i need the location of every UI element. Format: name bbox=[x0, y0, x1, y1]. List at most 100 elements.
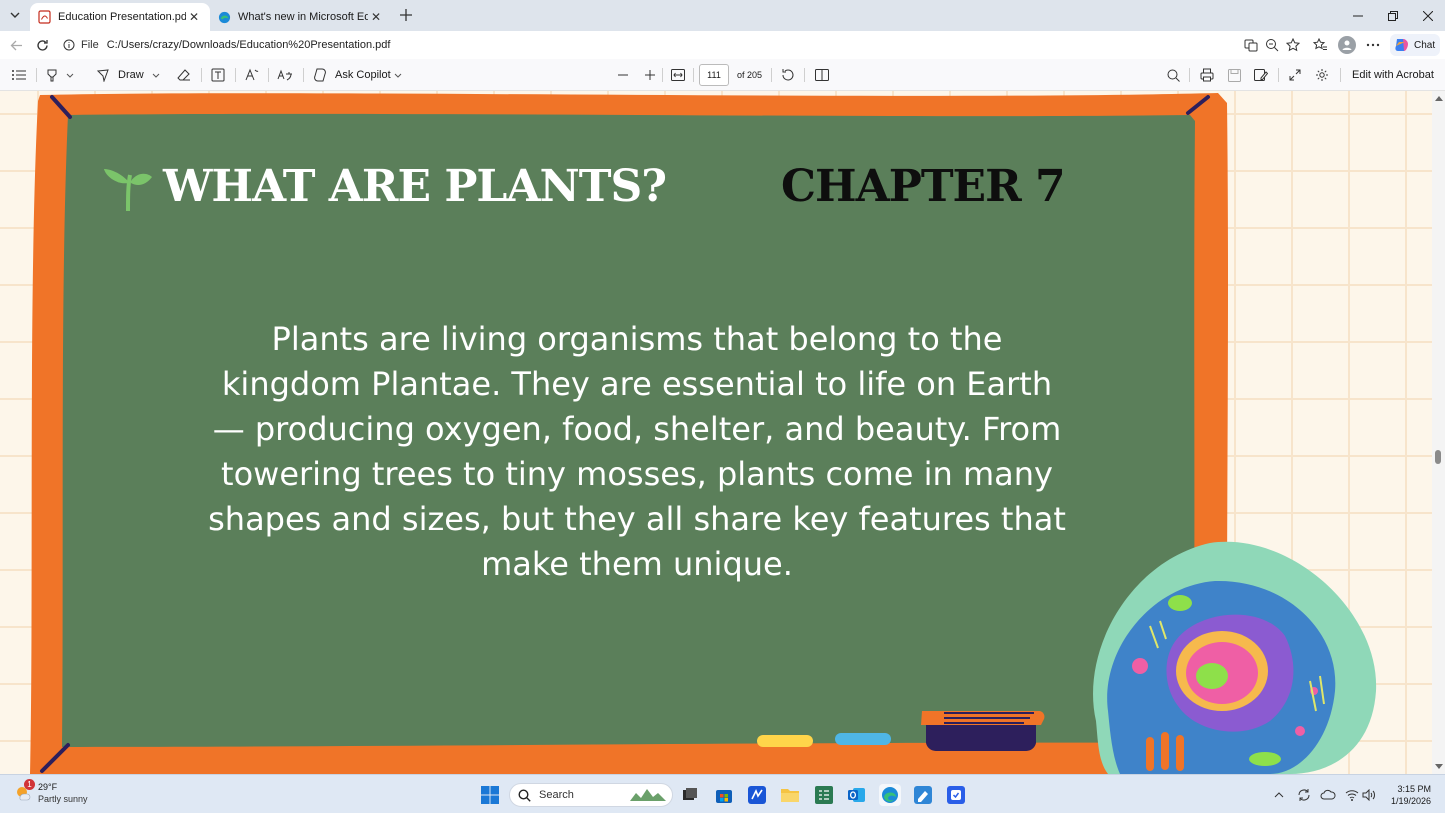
contents-list-icon[interactable] bbox=[11, 67, 27, 83]
tab-actions-menu-button[interactable] bbox=[5, 5, 25, 25]
chevron-down-icon[interactable] bbox=[64, 67, 76, 83]
weather-alert-badge: 1 bbox=[24, 779, 35, 790]
todo-app-icon[interactable] bbox=[945, 784, 967, 806]
refresh-icon bbox=[36, 39, 48, 51]
highlight-icon[interactable] bbox=[44, 67, 60, 83]
slide-title: WHAT ARE PLANTS? bbox=[163, 161, 667, 212]
scrollbar-thumb[interactable] bbox=[1435, 450, 1441, 464]
zoom-out-icon[interactable] bbox=[615, 67, 631, 83]
save-icon[interactable] bbox=[1226, 67, 1242, 83]
page-number-input[interactable]: 111 bbox=[699, 64, 729, 86]
search-placeholder: Search bbox=[539, 789, 574, 801]
url-text[interactable]: C:/Users/crazy/Downloads/Education%20Pre… bbox=[107, 39, 391, 51]
favorites-icon[interactable] bbox=[1312, 37, 1328, 53]
start-button[interactable] bbox=[479, 784, 501, 806]
rotate-icon[interactable] bbox=[780, 67, 796, 83]
fit-width-icon[interactable] bbox=[670, 67, 686, 83]
save-as-icon[interactable] bbox=[1253, 67, 1269, 83]
back-button[interactable] bbox=[8, 37, 24, 53]
taskbar-search-box[interactable]: Search bbox=[509, 783, 673, 807]
restore-button[interactable] bbox=[1375, 0, 1411, 31]
pdf-viewer[interactable]: WHAT ARE PLANTS? CHAPTER 7 Plants are li… bbox=[0, 91, 1432, 774]
separator bbox=[804, 68, 805, 82]
weather-temperature: 29°F bbox=[38, 782, 58, 792]
clock-time: 3:15 PM bbox=[1397, 784, 1431, 794]
visual-studio-icon[interactable] bbox=[746, 784, 768, 806]
refresh-button[interactable] bbox=[34, 37, 50, 53]
person-icon bbox=[1342, 40, 1352, 50]
separator bbox=[303, 68, 304, 82]
onedrive-cloud-icon[interactable] bbox=[1320, 787, 1336, 803]
text-box-icon[interactable] bbox=[210, 67, 226, 83]
favorite-star-icon[interactable] bbox=[1285, 37, 1301, 53]
slide-page: WHAT ARE PLANTS? CHAPTER 7 Plants are li… bbox=[0, 91, 1432, 774]
volume-icon[interactable] bbox=[1361, 787, 1377, 803]
file-explorer-icon[interactable] bbox=[779, 784, 801, 806]
more-menu-icon[interactable] bbox=[1365, 37, 1381, 53]
outlook-icon[interactable] bbox=[846, 784, 868, 806]
chevron-down-icon bbox=[10, 12, 20, 18]
search-icon[interactable] bbox=[1165, 67, 1181, 83]
separator bbox=[235, 68, 236, 82]
sync-icon[interactable] bbox=[1296, 787, 1312, 803]
windows-logo-icon bbox=[481, 786, 499, 804]
fullscreen-icon[interactable] bbox=[1287, 67, 1303, 83]
yellow-chalk bbox=[757, 735, 813, 747]
page-total-label: of 205 bbox=[737, 70, 763, 80]
separator bbox=[771, 68, 772, 82]
page-view-icon[interactable] bbox=[814, 67, 830, 83]
edge-taskbar-icon[interactable] bbox=[879, 784, 901, 806]
separator bbox=[693, 68, 694, 82]
microsoft-store-icon[interactable] bbox=[713, 784, 735, 806]
profile-avatar[interactable] bbox=[1338, 36, 1356, 54]
chevron-up-icon[interactable] bbox=[1272, 788, 1286, 802]
chevron-down-icon[interactable] bbox=[392, 67, 404, 83]
address-bar-row: File C:/Users/crazy/Downloads/Education%… bbox=[0, 31, 1445, 59]
pdf-icon bbox=[38, 10, 51, 24]
ask-copilot-label[interactable]: Ask Copilot bbox=[335, 69, 391, 81]
windows-taskbar: 1 29°F Partly sunny Search 3:15 PM 1/19/… bbox=[0, 774, 1445, 813]
tab-strip: Education Presentation.pdf ✕ What's new … bbox=[0, 0, 1445, 31]
scroll-up-icon[interactable] bbox=[1435, 94, 1443, 102]
read-aloud-icon[interactable] bbox=[244, 67, 260, 83]
slide-body-text: Plants are living organisms that belong … bbox=[208, 320, 1066, 583]
browser-window: Education Presentation.pdf ✕ What's new … bbox=[0, 0, 1445, 813]
info-icon[interactable] bbox=[63, 39, 75, 51]
tab-whats-new-edge[interactable]: What's new in Microsoft Edge ✕ bbox=[210, 3, 392, 31]
chapter-label: CHAPTER 7 bbox=[781, 161, 1066, 212]
close-icon[interactable]: ✕ bbox=[186, 9, 202, 25]
address-bar[interactable]: File C:/Users/crazy/Downloads/Education%… bbox=[56, 34, 1306, 56]
wifi-icon[interactable] bbox=[1344, 787, 1360, 803]
print-icon[interactable] bbox=[1199, 67, 1215, 83]
draw-label[interactable]: Draw bbox=[118, 69, 144, 81]
calculator-app-icon[interactable] bbox=[813, 784, 835, 806]
close-icon[interactable]: ✕ bbox=[368, 9, 384, 25]
draw-pen-icon[interactable] bbox=[95, 67, 111, 83]
chevron-down-icon[interactable] bbox=[150, 67, 162, 83]
copilot-outline-icon[interactable] bbox=[313, 67, 329, 83]
close-window-button[interactable] bbox=[1410, 0, 1445, 31]
scroll-down-icon[interactable] bbox=[1435, 763, 1443, 771]
edit-with-acrobat-button[interactable]: Edit with Acrobat bbox=[1352, 69, 1434, 81]
new-tab-button[interactable] bbox=[396, 5, 416, 25]
back-arrow-icon bbox=[10, 40, 22, 50]
separator bbox=[1278, 68, 1279, 82]
minimize-button[interactable] bbox=[1340, 0, 1376, 31]
settings-gear-icon[interactable] bbox=[1314, 67, 1330, 83]
tab-education-pdf[interactable]: Education Presentation.pdf ✕ bbox=[30, 3, 210, 31]
copilot-icon bbox=[1394, 37, 1410, 53]
copilot-chat-button[interactable]: Chat bbox=[1390, 34, 1440, 56]
vertical-scrollbar[interactable] bbox=[1432, 91, 1445, 774]
zoom-in-icon[interactable] bbox=[642, 67, 658, 83]
read-aloud-translate-icon[interactable] bbox=[1243, 37, 1259, 53]
translate-icon[interactable] bbox=[277, 67, 293, 83]
eraser-icon[interactable] bbox=[176, 67, 192, 83]
blue-chalk bbox=[835, 733, 891, 745]
system-clock[interactable]: 3:15 PM 1/19/2026 bbox=[1385, 783, 1431, 807]
clock-date: 1/19/2026 bbox=[1390, 796, 1431, 806]
task-view-icon[interactable] bbox=[679, 784, 701, 806]
separator bbox=[201, 68, 202, 82]
app-taskbar-icon[interactable] bbox=[912, 784, 934, 806]
tab-label: What's new in Microsoft Edge bbox=[238, 11, 368, 23]
zoom-icon[interactable] bbox=[1264, 37, 1280, 53]
